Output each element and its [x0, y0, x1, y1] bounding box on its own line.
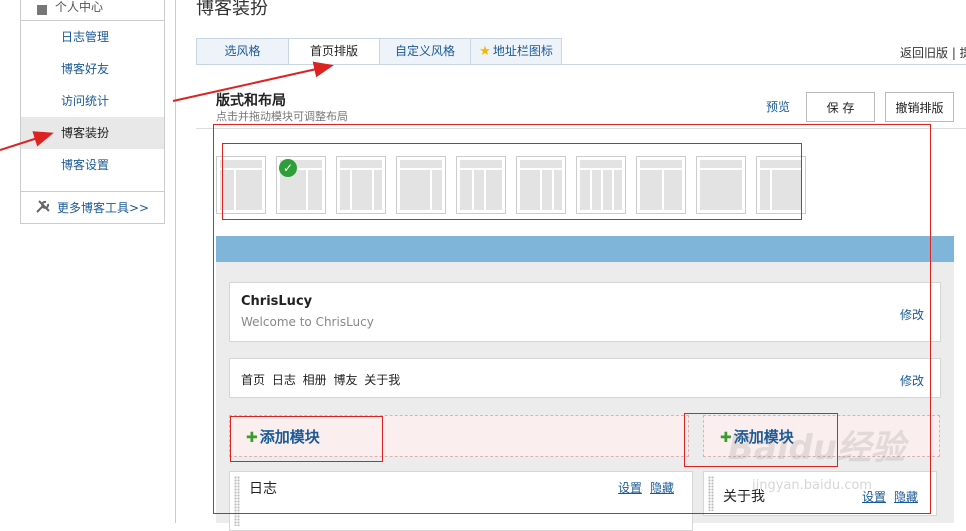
arrow-to-layout-tab: [172, 61, 334, 102]
arrow-to-dressup-item: [0, 131, 54, 151]
annotation-arrows: [0, 61, 334, 151]
